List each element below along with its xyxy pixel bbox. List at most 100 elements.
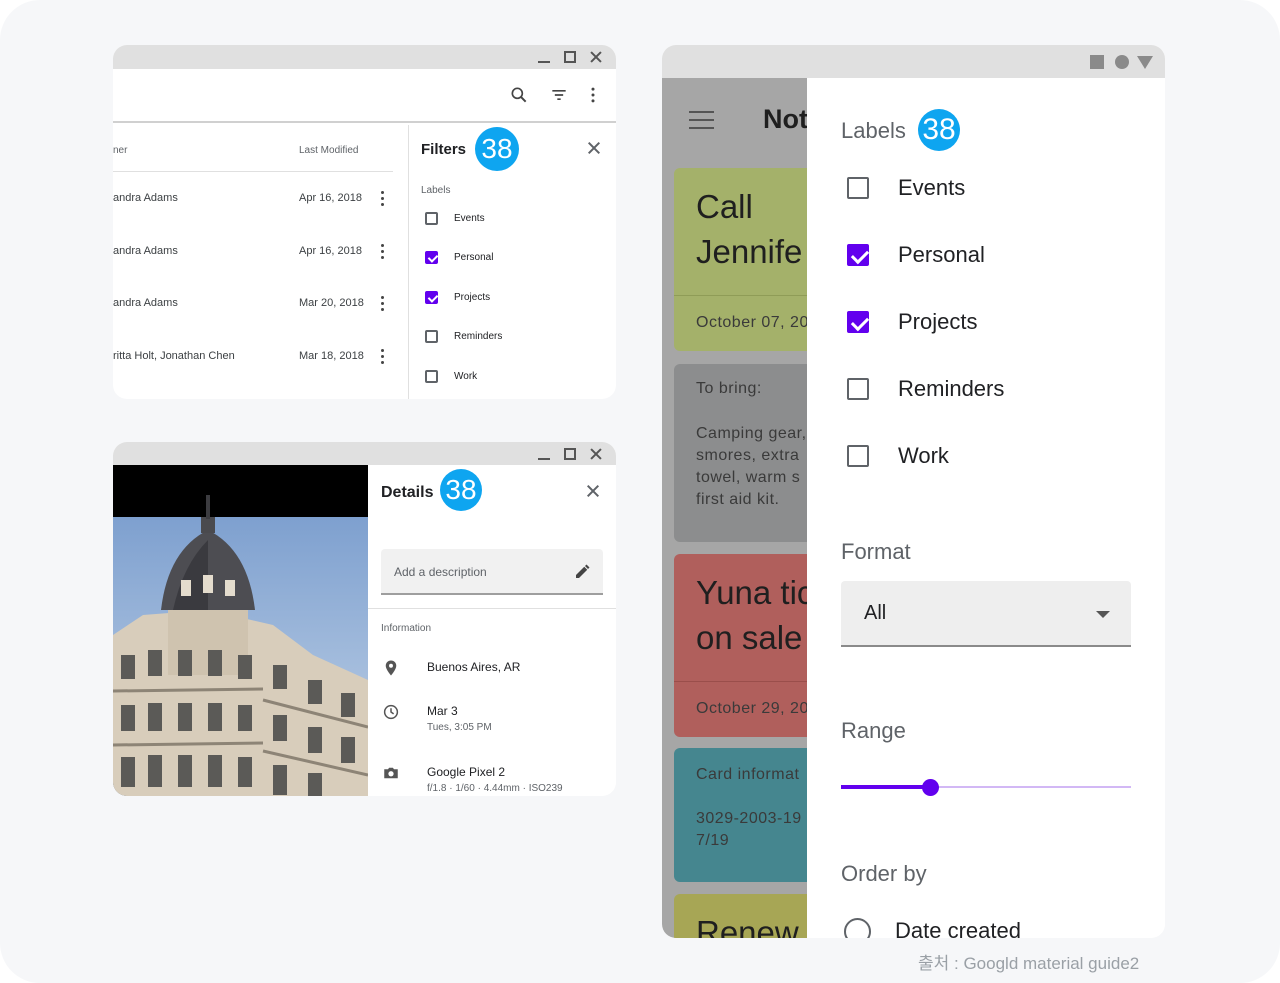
- label-option-events[interactable]: Events: [847, 175, 966, 200]
- location-pin-icon: [385, 660, 397, 676]
- date-cell: Apr 16, 2018: [299, 245, 362, 257]
- note-card[interactable]: Call Jennife October 07, 20: [674, 168, 807, 351]
- maximize-icon[interactable]: [564, 447, 576, 460]
- edit-pencil-icon[interactable]: [573, 563, 591, 581]
- clock-icon: [383, 704, 399, 720]
- table-row[interactable]: andra Adams Apr 16, 2018: [113, 188, 408, 208]
- details-window: Details 38 Add a description Information…: [113, 442, 616, 796]
- camera-specs-text: f/1.8 · 1/60 · 4.44mm · ISO239: [427, 783, 563, 794]
- window-titlebar: [113, 45, 616, 69]
- note-date: October 07, 20: [696, 314, 807, 331]
- panel-title: Details: [381, 484, 434, 501]
- filter-option-events[interactable]: Events: [425, 211, 485, 225]
- label-option-projects[interactable]: Projects: [847, 309, 978, 334]
- note-body: 3029-2003-19 7/19: [696, 810, 802, 849]
- filters-window: ner Last Modified andra Adams Apr 16, 20…: [113, 45, 616, 399]
- maximize-icon[interactable]: [564, 51, 576, 63]
- minimize-icon[interactable]: [538, 51, 550, 63]
- filter-option-work[interactable]: Work: [425, 369, 477, 383]
- triangle-down-icon[interactable]: [1137, 56, 1153, 69]
- option-label: Reminders: [898, 376, 1005, 401]
- camera-icon: [384, 767, 398, 779]
- search-icon[interactable]: [509, 85, 529, 105]
- owner-cell: ritta Holt, Jonathan Chen: [113, 350, 235, 362]
- option-label: Events: [454, 212, 485, 224]
- more-vert-icon[interactable]: [381, 244, 384, 259]
- close-icon[interactable]: [586, 484, 600, 498]
- note-card[interactable]: Card informat 3029-2003-19 7/19: [674, 748, 807, 882]
- note-body: Camping gear, smores, extra towel, warm …: [696, 425, 807, 508]
- option-label: Reminders: [454, 330, 503, 342]
- more-vert-icon[interactable]: [381, 349, 384, 364]
- checkbox[interactable]: [847, 177, 869, 199]
- time-text: Tues, 3:05 PM: [427, 722, 492, 733]
- label-option-personal[interactable]: Personal: [847, 242, 985, 267]
- option-label: Projects: [454, 291, 491, 303]
- description-field[interactable]: Add a description: [381, 549, 603, 595]
- description-placeholder: Add a description: [394, 565, 487, 579]
- table-row[interactable]: andra Adams Mar 20, 2018: [113, 293, 408, 313]
- note-title: Call Jennife: [696, 188, 803, 270]
- more-vert-icon[interactable]: [381, 296, 384, 311]
- filter-sheet: Labels 38 Events Personal Projects Remin…: [807, 78, 1165, 938]
- app-toolbar: [113, 69, 616, 123]
- option-label: Events: [898, 175, 966, 200]
- filter-option-personal[interactable]: Personal: [425, 250, 493, 264]
- count-badge: 38: [440, 469, 482, 511]
- more-vert-icon[interactable]: [381, 191, 384, 206]
- order-by-heading: Order by: [841, 861, 927, 886]
- note-card[interactable]: Renew: [674, 894, 807, 938]
- checkbox[interactable]: [425, 211, 438, 225]
- checkbox[interactable]: [847, 244, 869, 266]
- last-modified-column-header: Last Modified: [299, 145, 359, 156]
- radio-button[interactable]: [844, 917, 871, 938]
- label-option-work[interactable]: Work: [847, 443, 949, 468]
- checkbox[interactable]: [425, 329, 438, 343]
- option-label: Personal: [898, 242, 985, 267]
- owner-cell: andra Adams: [113, 297, 178, 309]
- note-card[interactable]: Yuna tic on sale October 29, 20: [674, 554, 807, 737]
- option-label: Personal: [454, 251, 494, 263]
- checkbox[interactable]: [847, 378, 869, 400]
- date-cell: Apr 16, 2018: [299, 192, 362, 204]
- notes-app-background: Not Call Jennife October 07, 20 To bring…: [662, 78, 807, 938]
- note-card[interactable]: To bring: Camping gear, smores, extra to…: [674, 364, 807, 542]
- table-row[interactable]: andra Adams Apr 16, 2018: [113, 241, 408, 261]
- range-heading: Range: [841, 718, 906, 743]
- owner-cell: andra Adams: [113, 245, 178, 257]
- checkbox[interactable]: [425, 290, 438, 304]
- date-text: Mar 3: [427, 704, 458, 718]
- order-option-date-created[interactable]: Date created: [844, 916, 1021, 938]
- checkbox[interactable]: [425, 369, 438, 383]
- header-divider: [113, 171, 393, 172]
- checkbox[interactable]: [425, 250, 438, 264]
- date-cell: Mar 18, 2018: [299, 350, 364, 362]
- checkbox[interactable]: [847, 445, 869, 467]
- menu-icon[interactable]: [689, 111, 714, 135]
- option-label: Work: [454, 370, 478, 382]
- card-divider: [674, 295, 807, 296]
- filter-icon[interactable]: [549, 85, 569, 105]
- square-icon[interactable]: [1090, 55, 1104, 69]
- filter-option-reminders[interactable]: Reminders: [425, 329, 502, 343]
- slider-thumb[interactable]: [922, 779, 939, 796]
- app-title: Not: [763, 104, 807, 134]
- close-window-icon[interactable]: [590, 448, 602, 460]
- close-icon[interactable]: [587, 141, 601, 155]
- table-row[interactable]: ritta Holt, Jonathan Chen Mar 18, 2018: [113, 346, 408, 366]
- format-select[interactable]: All: [841, 581, 1131, 647]
- labels-heading: Labels: [421, 185, 451, 196]
- filter-option-projects[interactable]: Projects: [425, 290, 490, 304]
- range-slider[interactable]: [841, 778, 1131, 796]
- circle-icon[interactable]: [1115, 55, 1129, 69]
- checkbox[interactable]: [847, 311, 869, 333]
- location-text: Buenos Aires, AR: [427, 660, 521, 674]
- more-vert-icon[interactable]: [583, 85, 603, 105]
- details-panel: Details 38 Add a description Information…: [368, 465, 616, 796]
- close-window-icon[interactable]: [590, 51, 602, 63]
- notes-window: Not Call Jennife October 07, 20 To bring…: [662, 45, 1165, 938]
- minimize-icon[interactable]: [538, 448, 550, 460]
- label-option-reminders[interactable]: Reminders: [847, 376, 1005, 401]
- option-label: Projects: [898, 309, 978, 334]
- note-heading: To bring:: [696, 380, 762, 397]
